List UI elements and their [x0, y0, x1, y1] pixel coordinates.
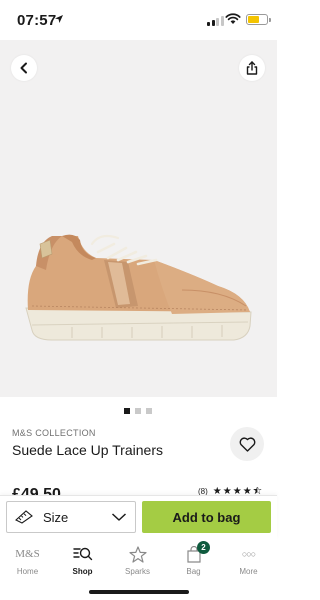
chevron-down-icon — [111, 513, 127, 521]
image-dot[interactable] — [146, 408, 152, 414]
image-dot[interactable] — [135, 408, 141, 414]
battery-icon — [246, 14, 271, 25]
chevron-left-icon — [20, 62, 27, 74]
ms-logo-icon: M&S — [15, 548, 40, 560]
status-time: 07:57 — [17, 12, 57, 29]
tab-more[interactable]: ○○○ More — [221, 543, 276, 576]
shop-search-icon — [72, 547, 92, 561]
product-title: Suede Lace Up Trainers — [12, 442, 163, 458]
add-to-bag-button[interactable]: Add to bag — [142, 501, 271, 533]
tab-label: Home — [16, 567, 39, 576]
wifi-icon — [225, 13, 241, 24]
size-label: Size — [43, 509, 69, 525]
share-icon — [246, 61, 258, 75]
sparks-star-icon — [128, 545, 147, 563]
product-brand: M&S COLLECTION — [12, 428, 96, 438]
bag-count-badge: 2 — [197, 541, 210, 554]
status-bar: 07:57 — [0, 0, 277, 40]
tab-sparks[interactable]: Sparks — [110, 543, 165, 576]
home-indicator — [89, 590, 189, 594]
tab-label: Shop — [72, 567, 93, 576]
purchase-action-bar: Size Add to bag — [0, 495, 277, 539]
ruler-icon — [15, 510, 33, 524]
wishlist-button[interactable] — [230, 427, 264, 461]
location-arrow-icon — [55, 15, 63, 23]
size-select[interactable]: Size — [6, 501, 136, 533]
tab-label: Sparks — [125, 567, 150, 576]
image-pager[interactable] — [124, 408, 152, 414]
product-image-carousel[interactable] — [0, 40, 277, 397]
more-dots-icon: ○○○ — [241, 549, 256, 559]
tab-bag[interactable]: 2 Bag — [166, 541, 221, 576]
share-button[interactable] — [239, 55, 265, 81]
product-image-trainer — [25, 234, 252, 341]
heart-icon — [239, 436, 255, 452]
tab-label: Bag — [186, 567, 201, 576]
back-button[interactable] — [11, 55, 37, 81]
tab-shop[interactable]: Shop — [55, 543, 110, 576]
tab-home[interactable]: M&S Home — [0, 543, 55, 576]
cellular-signal-icon — [207, 15, 224, 26]
tab-label: More — [239, 567, 258, 576]
image-dot[interactable] — [124, 408, 130, 414]
